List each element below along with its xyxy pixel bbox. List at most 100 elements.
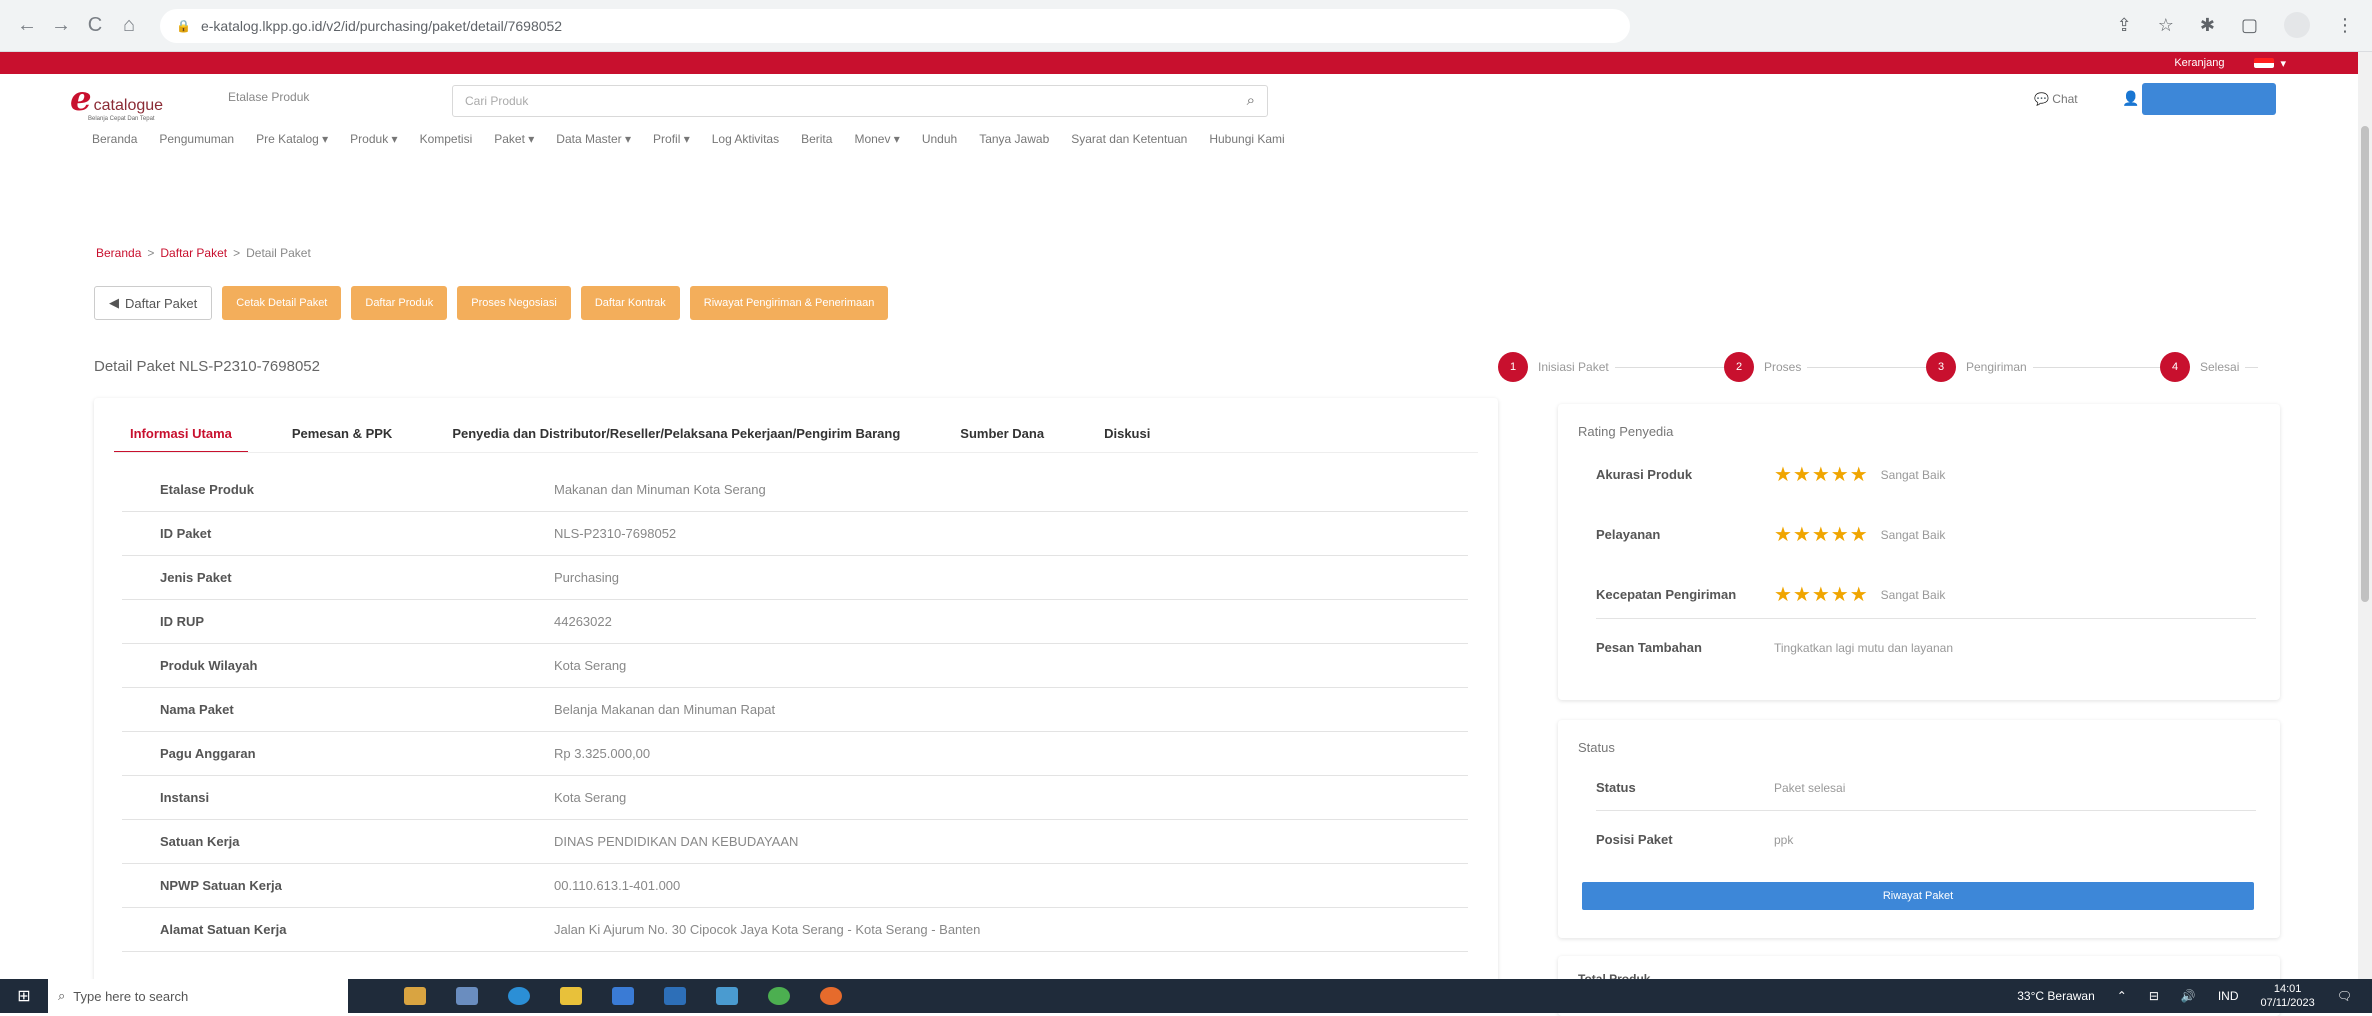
breadcrumb-home[interactable]: Beranda <box>96 246 141 260</box>
nav-item[interactable]: Pre Katalog ▾ <box>256 132 328 162</box>
scrollbar-thumb[interactable] <box>2361 126 2369 602</box>
extensions-icon[interactable]: ✱ <box>2200 15 2215 36</box>
rating-label: Kecepatan Pengiriman <box>1596 587 1737 602</box>
nav-item[interactable]: Kompetisi <box>420 132 473 162</box>
status-value: ppk <box>1774 832 1794 847</box>
search-input[interactable]: Cari Produk ⌕ <box>452 85 1268 117</box>
row-value: Jalan Ki Ajurum No. 30 Cipocok Jaya Kota… <box>554 922 981 937</box>
indonesia-flag-icon <box>2254 58 2275 68</box>
tabs-divider <box>114 452 1478 453</box>
row-label: Produk Wilayah <box>160 658 258 673</box>
nav-item[interactable]: Hubungi Kami <box>1209 132 1284 162</box>
nav-item[interactable]: Tanya Jawab <box>979 132 1049 162</box>
table-row: Satuan Kerja DINAS PENDIDIKAN DAN KEBUDA… <box>122 820 1468 864</box>
taskbar-search-input[interactable]: ⌕ Type here to search <box>48 979 348 1013</box>
search-icon[interactable]: ⌕ <box>1247 92 1255 109</box>
row-label: Pagu Anggaran <box>160 746 256 761</box>
etalase-dropdown[interactable]: Etalase Produk <box>228 90 309 104</box>
nav-item[interactable]: Beranda <box>92 132 137 162</box>
nav-item[interactable]: Log Aktivitas <box>712 132 779 162</box>
cart-link[interactable]: Keranjang <box>2174 57 2224 69</box>
row-value: Kota Serang <box>554 790 627 805</box>
edge-browser-icon[interactable] <box>508 987 530 1005</box>
task-view-icon[interactable] <box>456 987 478 1005</box>
notification-icon[interactable]: 🗨 <box>2337 989 2352 1003</box>
step-1: 1 Inisiasi Paket <box>1498 352 1615 382</box>
forward-icon[interactable]: → <box>48 13 74 39</box>
nav-item[interactable]: Data Master ▾ <box>556 132 631 162</box>
tab-informasi-utama[interactable]: Informasi Utama <box>114 416 248 453</box>
tab-pemesan-ppk[interactable]: Pemesan & PPK <box>276 416 408 451</box>
nav-item[interactable]: Berita <box>801 132 832 162</box>
table-row: Jenis Paket Purchasing <box>122 556 1468 600</box>
store-icon[interactable] <box>612 987 634 1005</box>
chevron-down-icon: ▾ <box>2280 57 2286 70</box>
share-icon[interactable]: ⇪ <box>2117 15 2132 36</box>
language-indicator[interactable]: IND <box>2218 989 2239 1003</box>
bookmark-star-icon[interactable]: ☆ <box>2158 15 2174 36</box>
breadcrumb-separator: > <box>233 246 241 260</box>
tray-overflow-icon[interactable]: ⌃ <box>2117 989 2127 1003</box>
ecatalogue-logo[interactable]: e catalogue Belanja Cepat Dan Tepat <box>70 82 163 122</box>
chrome-browser-icon[interactable] <box>768 987 790 1005</box>
volume-icon[interactable]: 🔊 <box>2181 989 2196 1003</box>
page-scrollbar[interactable] <box>2358 52 2372 979</box>
nav-item[interactable]: Monev ▾ <box>854 132 899 162</box>
print-detail-button[interactable]: Cetak Detail Paket <box>222 286 342 320</box>
language-selector[interactable]: ▾ <box>2254 57 2286 70</box>
delivery-history-button[interactable]: Riwayat Pengiriman & Penerimaan <box>689 286 889 320</box>
back-icon[interactable]: ← <box>14 13 40 39</box>
progress-steps: 1 Inisiasi Paket 2 Proses 3 Pengiriman 4… <box>1498 352 2278 382</box>
sidepanel-icon[interactable]: ▢ <box>2241 15 2258 36</box>
search-icon: ⌕ <box>58 988 66 1003</box>
calendar-icon[interactable] <box>716 987 738 1005</box>
rating-row: Pesan Tambahan Tingkatkan lagi mutu dan … <box>1596 640 2256 655</box>
product-list-button[interactable]: Daftar Produk <box>351 286 448 320</box>
nav-item[interactable]: Paket ▾ <box>494 132 534 162</box>
nav-item[interactable]: Pengumuman <box>159 132 234 162</box>
weather-widget-icon[interactable] <box>404 987 426 1005</box>
windows-start-icon[interactable]: ⊞ <box>0 986 48 1006</box>
mail-icon[interactable] <box>664 987 686 1005</box>
row-value: 00.110.613.1-401.000 <box>554 878 681 893</box>
weather-status[interactable]: 33°C Berawan <box>2017 989 2095 1003</box>
profile-avatar[interactable] <box>2284 12 2310 38</box>
chat-link[interactable]: 💬 Chat <box>2034 92 2078 106</box>
home-icon[interactable]: ⌂ <box>116 13 142 39</box>
row-value: Rp 3.325.000,00 <box>554 746 651 761</box>
detail-tabs: Informasi Utama Pemesan & PPK Penyedia d… <box>114 416 1166 453</box>
address-bar[interactable]: 🔒 e-katalog.lkpp.go.id/v2/id/purchasing/… <box>160 8 1630 43</box>
rating-value: Sangat Baik <box>1880 587 1946 602</box>
row-value: NLS-P2310-7698052 <box>554 526 677 541</box>
nav-item[interactable]: Produk ▾ <box>350 132 397 162</box>
nav-item[interactable]: Profil ▾ <box>653 132 690 162</box>
reload-icon[interactable]: C <box>82 13 108 39</box>
rating-label: Pesan Tambahan <box>1596 640 1702 655</box>
file-explorer-icon[interactable] <box>560 987 582 1005</box>
nav-item[interactable]: Unduh <box>922 132 957 162</box>
negotiation-button[interactable]: Proses Negosiasi <box>457 286 571 320</box>
table-row: ID RUP 44263022 <box>122 600 1468 644</box>
package-history-button[interactable]: Riwayat Paket <box>1582 882 2254 910</box>
status-row: Posisi Paket ppk <box>1596 832 2256 847</box>
nav-item[interactable]: Syarat dan Ketentuan <box>1071 132 1187 162</box>
network-icon[interactable]: ⊟ <box>2149 989 2159 1003</box>
tab-sumber-dana[interactable]: Sumber Dana <box>944 416 1060 451</box>
row-label: Nama Paket <box>160 702 234 717</box>
breadcrumb-list[interactable]: Daftar Paket <box>160 246 227 260</box>
step-connector <box>1518 367 2258 368</box>
row-value: 44263022 <box>554 614 612 629</box>
back-to-list-button[interactable]: ◀ Daftar Paket <box>94 286 213 320</box>
menu-kebab-icon[interactable]: ⋮ <box>2336 15 2354 36</box>
star-rating-icon: ★★★★★ <box>1774 464 1869 486</box>
taskbar-apps <box>404 987 842 1005</box>
table-row: Pagu Anggaran Rp 3.325.000,00 <box>122 732 1468 776</box>
tab-diskusi[interactable]: Diskusi <box>1088 416 1166 451</box>
system-clock[interactable]: 14:01 07/11/2023 <box>2261 982 2315 1010</box>
user-account-button[interactable] <box>2142 83 2276 115</box>
tab-penyedia[interactable]: Penyedia dan Distributor/Reseller/Pelaks… <box>436 416 916 451</box>
contract-list-button[interactable]: Daftar Kontrak <box>580 286 680 320</box>
user-icon: 👤 <box>2122 90 2140 106</box>
top-red-bar: Keranjang ▾ <box>0 52 2358 74</box>
firefox-browser-icon[interactable] <box>820 987 842 1005</box>
